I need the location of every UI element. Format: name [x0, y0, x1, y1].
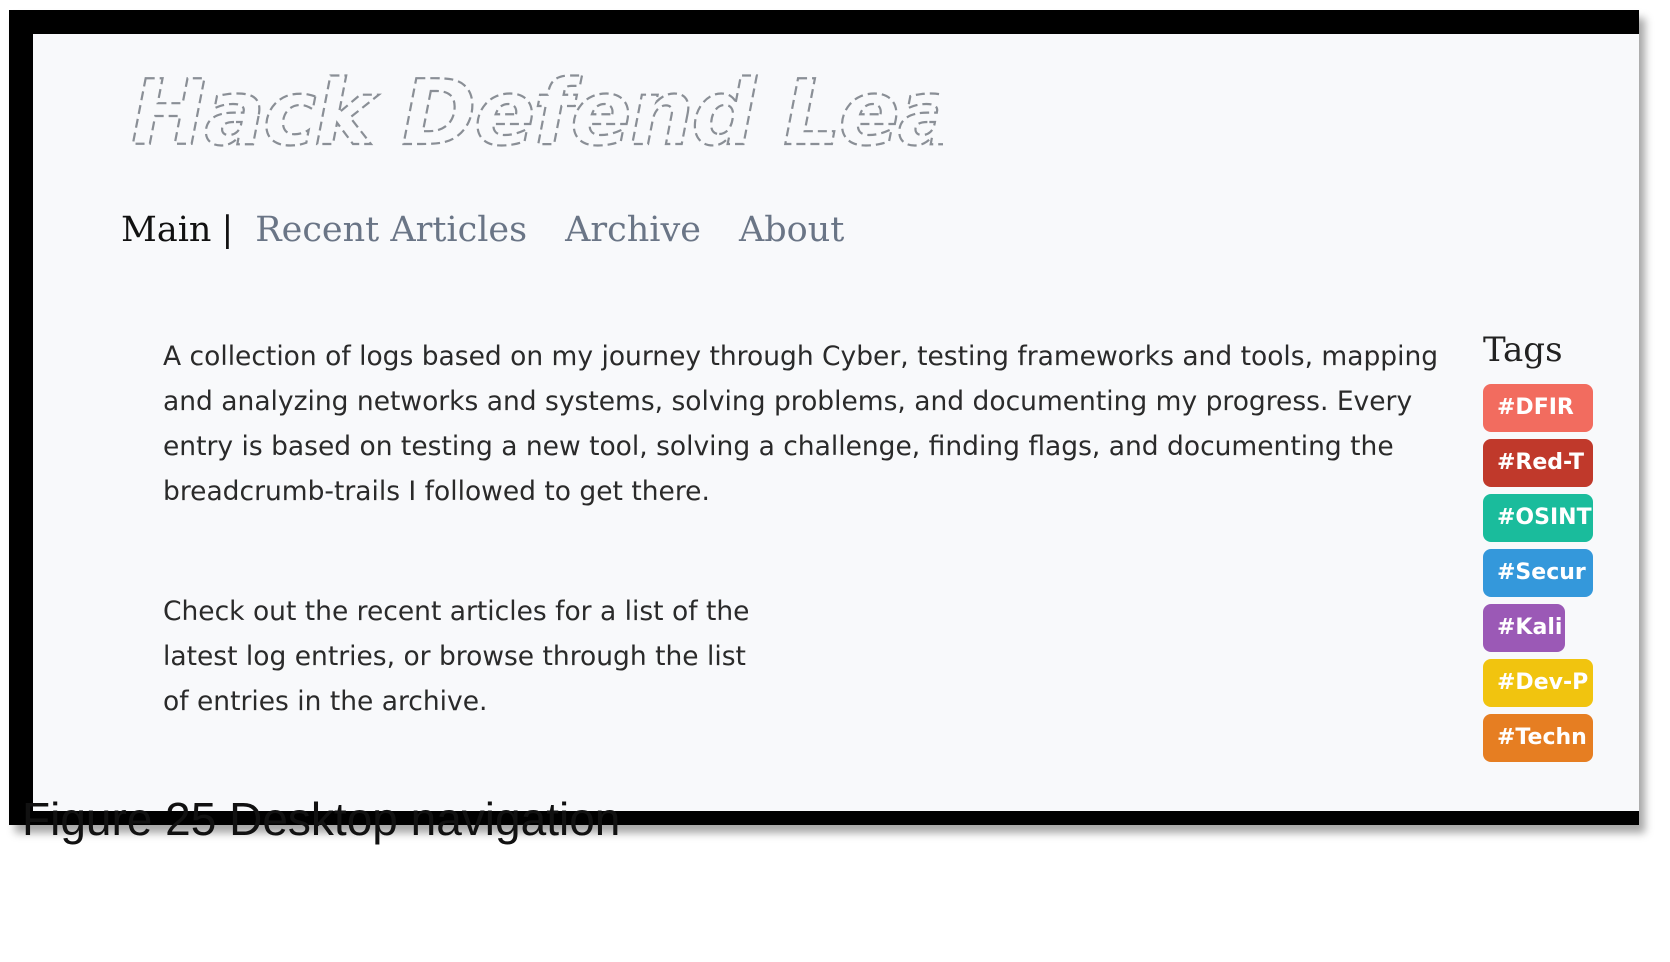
- tag-technology[interactable]: #Techn: [1483, 714, 1593, 762]
- nav-separator: |: [221, 210, 234, 250]
- tag-osint[interactable]: #OSINT: [1483, 494, 1593, 542]
- nav-recent-articles[interactable]: Recent Articles: [255, 210, 527, 250]
- nav-about[interactable]: About: [739, 210, 844, 250]
- tag-security[interactable]: #Secur: [1483, 549, 1593, 597]
- tags-heading: Tags: [1483, 330, 1563, 370]
- site-logo[interactable]: Hack Defend Learn: [123, 54, 943, 164]
- website-screen: Hack Defend Learn Main | Recent Articles…: [33, 34, 1639, 811]
- logo-text: Hack Defend Learn: [131, 61, 943, 164]
- tag-dev-p[interactable]: #Dev-P: [1483, 659, 1593, 707]
- tags-sidebar: Tags #DFIR #Red-T #OSINT #Secur #Kali #D…: [1483, 330, 1639, 769]
- nav-main[interactable]: Main: [121, 210, 211, 250]
- tag-dfir[interactable]: #DFIR: [1483, 384, 1593, 432]
- screenshot-frame: Hack Defend Learn Main | Recent Articles…: [9, 10, 1639, 825]
- cta-paragraph: Check out the recent articles for a list…: [163, 596, 750, 717]
- intro-paragraph: A collection of logs based on my journey…: [163, 341, 1439, 507]
- figure-caption: Figure 25 Desktop navigation: [22, 793, 621, 845]
- tag-red-team[interactable]: #Red-T: [1483, 439, 1593, 487]
- main-navigation: Main | Recent Articles Archive About: [121, 210, 882, 250]
- nav-archive[interactable]: Archive: [565, 210, 701, 250]
- tag-kali[interactable]: #Kali: [1483, 604, 1565, 652]
